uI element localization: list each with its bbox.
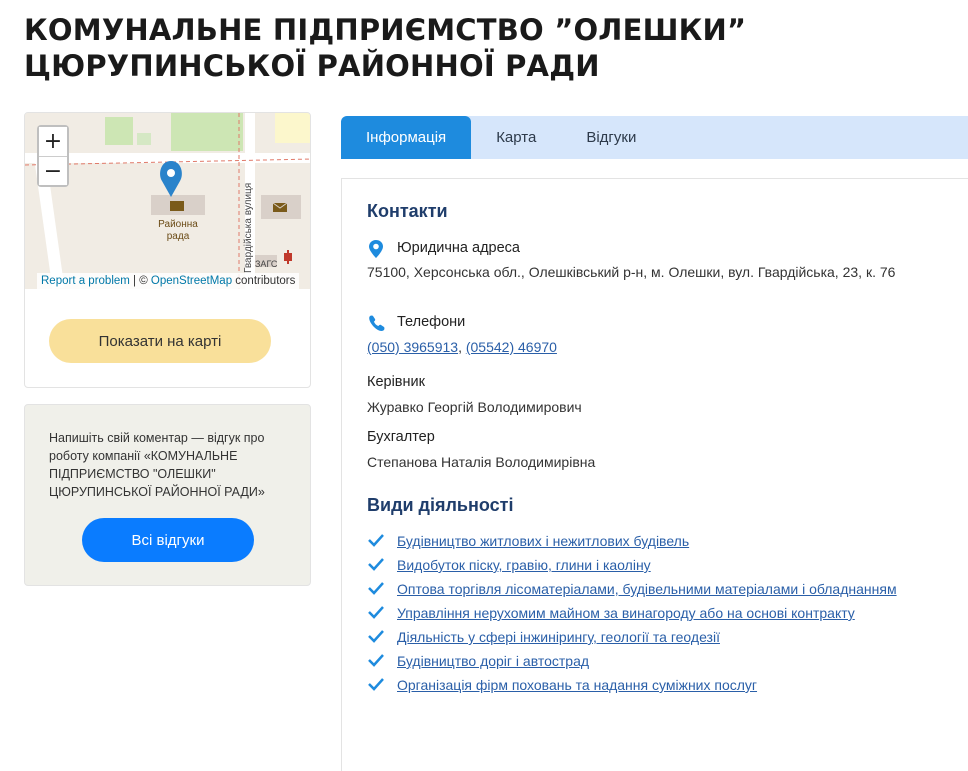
check-icon <box>368 630 384 643</box>
map-place-label-line1: Районна <box>158 219 198 230</box>
activity-link[interactable]: Оптова торгівля лісоматеріалами, будівел… <box>397 581 897 597</box>
check-icon <box>368 678 384 691</box>
activity-item: Управління нерухомим майном за винагород… <box>367 603 947 623</box>
phone-link-1[interactable]: (050) 3965913 <box>367 339 458 355</box>
activity-link[interactable]: Діяльність у сфері інжинірингу, геології… <box>397 629 720 645</box>
address-label: Юридична адреса <box>397 240 520 256</box>
activity-item: Будівництво доріг і автострад <box>367 651 947 671</box>
map-view[interactable]: + − Районна рада Гвардійська вулиця ЗАГС… <box>25 113 310 289</box>
activity-link[interactable]: Будівництво доріг і автострад <box>397 653 589 669</box>
check-icon <box>368 654 384 667</box>
map-card: + − Районна рада Гвардійська вулиця ЗАГС… <box>24 112 311 388</box>
activity-item: Будівництво житлових і нежитлових будіве… <box>367 531 947 551</box>
location-pin-icon <box>369 240 383 258</box>
tab-bar: Інформація Карта Відгуки <box>341 116 968 159</box>
map-place-label-line2: рада <box>166 231 190 242</box>
tab-reviews[interactable]: Відгуки <box>561 116 661 159</box>
tab-map[interactable]: Карта <box>471 116 561 159</box>
all-reviews-button[interactable]: Всі відгуки <box>82 518 254 562</box>
phone-icon <box>369 315 385 331</box>
director-value: Журавко Георгій Володимирович <box>367 399 582 415</box>
review-prompt: Напишіть свій коментар — відгук про робо… <box>49 431 265 499</box>
accountant-label: Бухгалтер <box>367 429 435 445</box>
activity-item: Організація фірм поховань та надання сум… <box>367 675 947 695</box>
osm-link[interactable]: OpenStreetMap <box>151 275 232 287</box>
activities-heading: Види діяльності <box>367 495 514 515</box>
zoom-in-button[interactable]: + <box>39 127 67 156</box>
map-street-label: Гвардійська вулиця <box>243 182 254 273</box>
attribution-separator: | © <box>129 275 151 287</box>
address-value: 75100, Херсонська обл., Олешківський р-н… <box>367 264 896 280</box>
phones-label: Телефони <box>397 314 466 330</box>
contacts-heading: Контакти <box>367 201 448 221</box>
activity-item: Видобуток піску, гравію, глини і каоліну <box>367 555 947 575</box>
phone-separator: , <box>458 339 466 355</box>
review-card: Напишіть свій коментар — відгук про робо… <box>24 404 311 586</box>
check-icon <box>368 582 384 595</box>
phones-value: (050) 3965913, (05542) 46970 <box>367 338 912 357</box>
check-icon <box>368 534 384 547</box>
attribution-contributors: contributors <box>232 275 296 287</box>
activity-link[interactable]: Видобуток піску, гравію, глини і каоліну <box>397 557 651 573</box>
map-place-label: Районна рада <box>151 219 205 243</box>
page-title: КОМУНАЛЬНЕ ПІДПРИЄМСТВО ”ОЛЕШКИ” ЦЮРУПИН… <box>24 13 747 83</box>
activity-link[interactable]: Управління нерухомим майном за винагород… <box>397 605 855 621</box>
activities-list: Будівництво житлових і нежитлових будіве… <box>367 531 947 699</box>
activity-link[interactable]: Організація фірм поховань та надання сум… <box>397 677 757 693</box>
activity-link[interactable]: Будівництво житлових і нежитлових будіве… <box>397 533 689 549</box>
check-icon <box>368 606 384 619</box>
info-panel: Контакти Юридична адреса 75100, Херсонсь… <box>341 178 968 771</box>
tab-information[interactable]: Інформація <box>341 116 472 159</box>
map-zags-label: ЗАГС <box>255 259 278 269</box>
check-icon <box>368 558 384 571</box>
map-attribution: Report a problem | © OpenStreetMap contr… <box>37 273 300 289</box>
director-label: Керівник <box>367 374 425 390</box>
phone-link-2[interactable]: (05542) 46970 <box>466 339 557 355</box>
zoom-control: + − <box>37 125 69 187</box>
report-problem-link[interactable]: Report a problem <box>41 275 130 287</box>
zoom-out-button[interactable]: − <box>39 156 67 185</box>
show-on-map-button[interactable]: Показати на карті <box>49 319 271 363</box>
activity-item: Оптова торгівля лісоматеріалами, будівел… <box>367 579 947 599</box>
accountant-value: Степанова Наталія Володимирівна <box>367 454 596 470</box>
activity-item: Діяльність у сфері інжинірингу, геології… <box>367 627 947 647</box>
